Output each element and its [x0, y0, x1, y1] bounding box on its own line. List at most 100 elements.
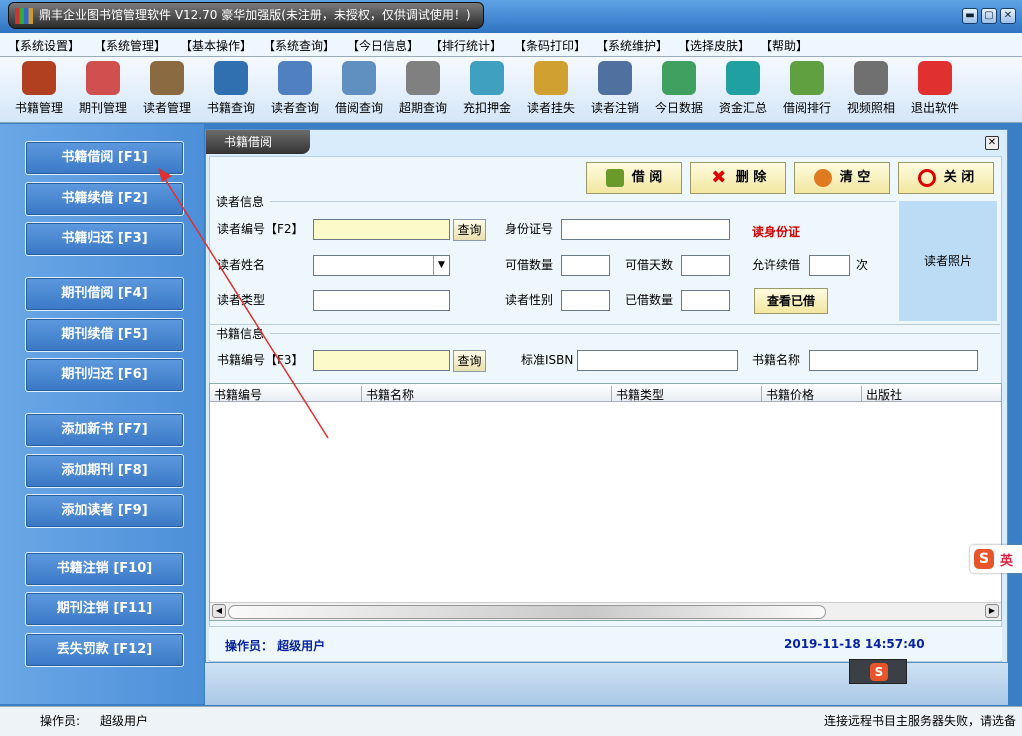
- toolbar-reader-search-button[interactable]: 读者查询: [264, 61, 326, 116]
- menu-system-management[interactable]: 【系统管理】: [94, 37, 166, 54]
- book-name-label: 书籍名称: [752, 353, 801, 367]
- delete-button[interactable]: ✖ 删 除: [690, 162, 786, 194]
- nav-periodical-cancel[interactable]: 期刊注销 [F11]: [25, 592, 184, 626]
- can-borrow-days-field[interactable]: [681, 255, 730, 276]
- idcard-input[interactable]: [561, 219, 730, 240]
- reader-query-button[interactable]: 查询: [453, 219, 486, 241]
- nav-periodical-borrow[interactable]: 期刊借阅 [F4]: [25, 277, 184, 311]
- nav-add-book[interactable]: 添加新书 [F7]: [25, 413, 184, 447]
- toolbar-yen-button[interactable]: 资金汇总: [712, 61, 774, 116]
- toolbar-magazine-button[interactable]: 期刊管理: [72, 61, 134, 116]
- menu-system-maintenance[interactable]: 【系统维护】: [596, 37, 668, 54]
- frame-close-button[interactable]: ✕: [985, 136, 999, 150]
- left-nav-panel: 书籍借阅 [F1] 书籍续借 [F2] 书籍归还 [F3] 期刊借阅 [F4] …: [0, 124, 204, 704]
- col-book-name[interactable]: 书籍名称: [361, 386, 611, 402]
- deposit-icon: [470, 61, 504, 95]
- toolbar-label: 充扣押金: [462, 101, 511, 115]
- toolbar-today-data-button[interactable]: 今日数据: [648, 61, 710, 116]
- ime-toolbar[interactable]: S: [849, 659, 907, 684]
- delete-button-label: 删 除: [735, 170, 767, 185]
- book-search-icon: [214, 61, 248, 95]
- toolbar-book-search-button[interactable]: 书籍查询: [200, 61, 262, 116]
- sogou-icon: S: [974, 549, 994, 569]
- toolbar-deposit-button[interactable]: 充扣押金: [456, 61, 518, 116]
- can-borrow-qty-label: 可借数量: [505, 258, 554, 272]
- menu-help[interactable]: 【帮助】: [760, 37, 808, 54]
- magazine-icon: [86, 61, 120, 95]
- toolbar-camera-button[interactable]: 视频照相: [840, 61, 902, 116]
- clear-button[interactable]: 清 空: [794, 162, 890, 194]
- col-book-type[interactable]: 书籍类型: [611, 386, 761, 402]
- toolbar-label: 今日数据: [654, 101, 703, 115]
- nav-add-periodical[interactable]: 添加期刊 [F8]: [25, 454, 184, 488]
- borrow-button-label: 借 阅: [631, 170, 663, 185]
- maximize-button[interactable]: ▢: [981, 8, 997, 24]
- reader-info-group-title: 读者信息: [216, 195, 265, 209]
- no-entry-icon: [917, 168, 936, 187]
- nav-periodical-renew[interactable]: 期刊续借 [F5]: [25, 318, 184, 352]
- toolbar-label: 期刊管理: [78, 101, 127, 115]
- nav-periodical-return[interactable]: 期刊归还 [F6]: [25, 358, 184, 392]
- nav-loss-fine[interactable]: 丢失罚款 [F12]: [25, 633, 184, 667]
- can-borrow-qty-field[interactable]: [561, 255, 610, 276]
- borrow-button[interactable]: 借 阅: [586, 162, 682, 194]
- horizontal-scrollbar[interactable]: ◀ ▶: [210, 602, 1001, 620]
- read-idcard-link[interactable]: 读身份证: [752, 223, 800, 240]
- borrow-items-table[interactable]: 书籍编号 书籍名称 书籍类型 书籍价格 出版社 ◀ ▶: [209, 383, 1002, 621]
- book-id-input[interactable]: [313, 350, 450, 371]
- nav-book-return[interactable]: 书籍归还 [F3]: [25, 222, 184, 256]
- view-borrowed-button[interactable]: 查看已借: [754, 288, 828, 314]
- isbn-input[interactable]: [577, 350, 738, 371]
- scroll-thumb[interactable]: [228, 605, 826, 619]
- borrowed-qty-field[interactable]: [681, 290, 730, 311]
- reader-id-input[interactable]: [313, 219, 450, 240]
- menu-select-skin[interactable]: 【选择皮肤】: [678, 37, 750, 54]
- nav-book-renew[interactable]: 书籍续借 [F2]: [25, 182, 184, 216]
- nav-add-reader[interactable]: 添加读者 [F9]: [25, 494, 184, 528]
- book-query-button[interactable]: 查询: [453, 350, 486, 372]
- can-borrow-days-label: 可借天数: [625, 258, 674, 272]
- toolbar-reader-button[interactable]: 读者管理: [136, 61, 198, 116]
- toolbar-ranking-button[interactable]: 借阅排行: [776, 61, 838, 116]
- toolbar-reader-cancel-button[interactable]: 读者注销: [584, 61, 646, 116]
- scroll-left-icon[interactable]: ◀: [212, 604, 226, 618]
- scroll-right-icon[interactable]: ▶: [985, 604, 999, 618]
- nav-book-borrow[interactable]: 书籍借阅 [F1]: [25, 141, 184, 175]
- reader-type-field[interactable]: [313, 290, 450, 311]
- toolbar-clock-button[interactable]: 超期查询: [392, 61, 454, 116]
- ime-indicator[interactable]: S 英: [970, 545, 1022, 573]
- menu-ranking-stats[interactable]: 【排行统计】: [430, 37, 502, 54]
- col-publisher[interactable]: 出版社: [861, 386, 1001, 402]
- menu-basic-operations[interactable]: 【基本操作】: [180, 37, 252, 54]
- window-title: 鼎丰企业图书馆管理软件 V12.70 豪华加强版(未注册，未授权，仅供调试使用！…: [8, 2, 484, 29]
- menu-system-query[interactable]: 【系统查询】: [263, 37, 335, 54]
- menu-today-info[interactable]: 【今日信息】: [347, 37, 419, 54]
- menu-system-settings[interactable]: 【系统设置】: [8, 37, 80, 54]
- col-book-id[interactable]: 书籍编号: [210, 386, 262, 402]
- nav-book-cancel[interactable]: 书籍注销 [F10]: [25, 552, 184, 586]
- toolbar-borrow-search-button[interactable]: 借阅查询: [328, 61, 390, 116]
- today-data-icon: [662, 61, 696, 95]
- toolbar-books-button[interactable]: 书籍管理: [8, 61, 70, 116]
- toolbar-report-loss-button[interactable]: 读者挂失: [520, 61, 582, 116]
- book-name-input[interactable]: [809, 350, 978, 371]
- minimize-button[interactable]: ▬: [962, 8, 978, 24]
- reader-gender-field[interactable]: [561, 290, 610, 311]
- close-form-button[interactable]: 关 闭: [898, 162, 994, 194]
- col-book-price[interactable]: 书籍价格: [761, 386, 861, 402]
- status-operator: 超级用户: [100, 714, 149, 728]
- reader-photo: 读者照片: [899, 201, 997, 321]
- app-icon: [15, 8, 33, 24]
- section-divider: [210, 324, 1000, 325]
- frame-tab: 书籍借阅: [206, 130, 310, 154]
- reader-icon: [150, 61, 184, 95]
- renew-allowed-field[interactable]: [809, 255, 850, 276]
- report-loss-icon: [534, 61, 568, 95]
- chevron-down-icon[interactable]: ▼: [433, 256, 449, 275]
- menu-barcode-print[interactable]: 【条码打印】: [514, 37, 586, 54]
- toolbar-label: 读者管理: [142, 101, 191, 115]
- toolbar-exit-button[interactable]: 退出软件: [904, 61, 966, 116]
- reader-name-select[interactable]: ▼: [313, 255, 450, 276]
- clock-icon: [406, 61, 440, 95]
- close-button[interactable]: ✕: [1000, 8, 1016, 24]
